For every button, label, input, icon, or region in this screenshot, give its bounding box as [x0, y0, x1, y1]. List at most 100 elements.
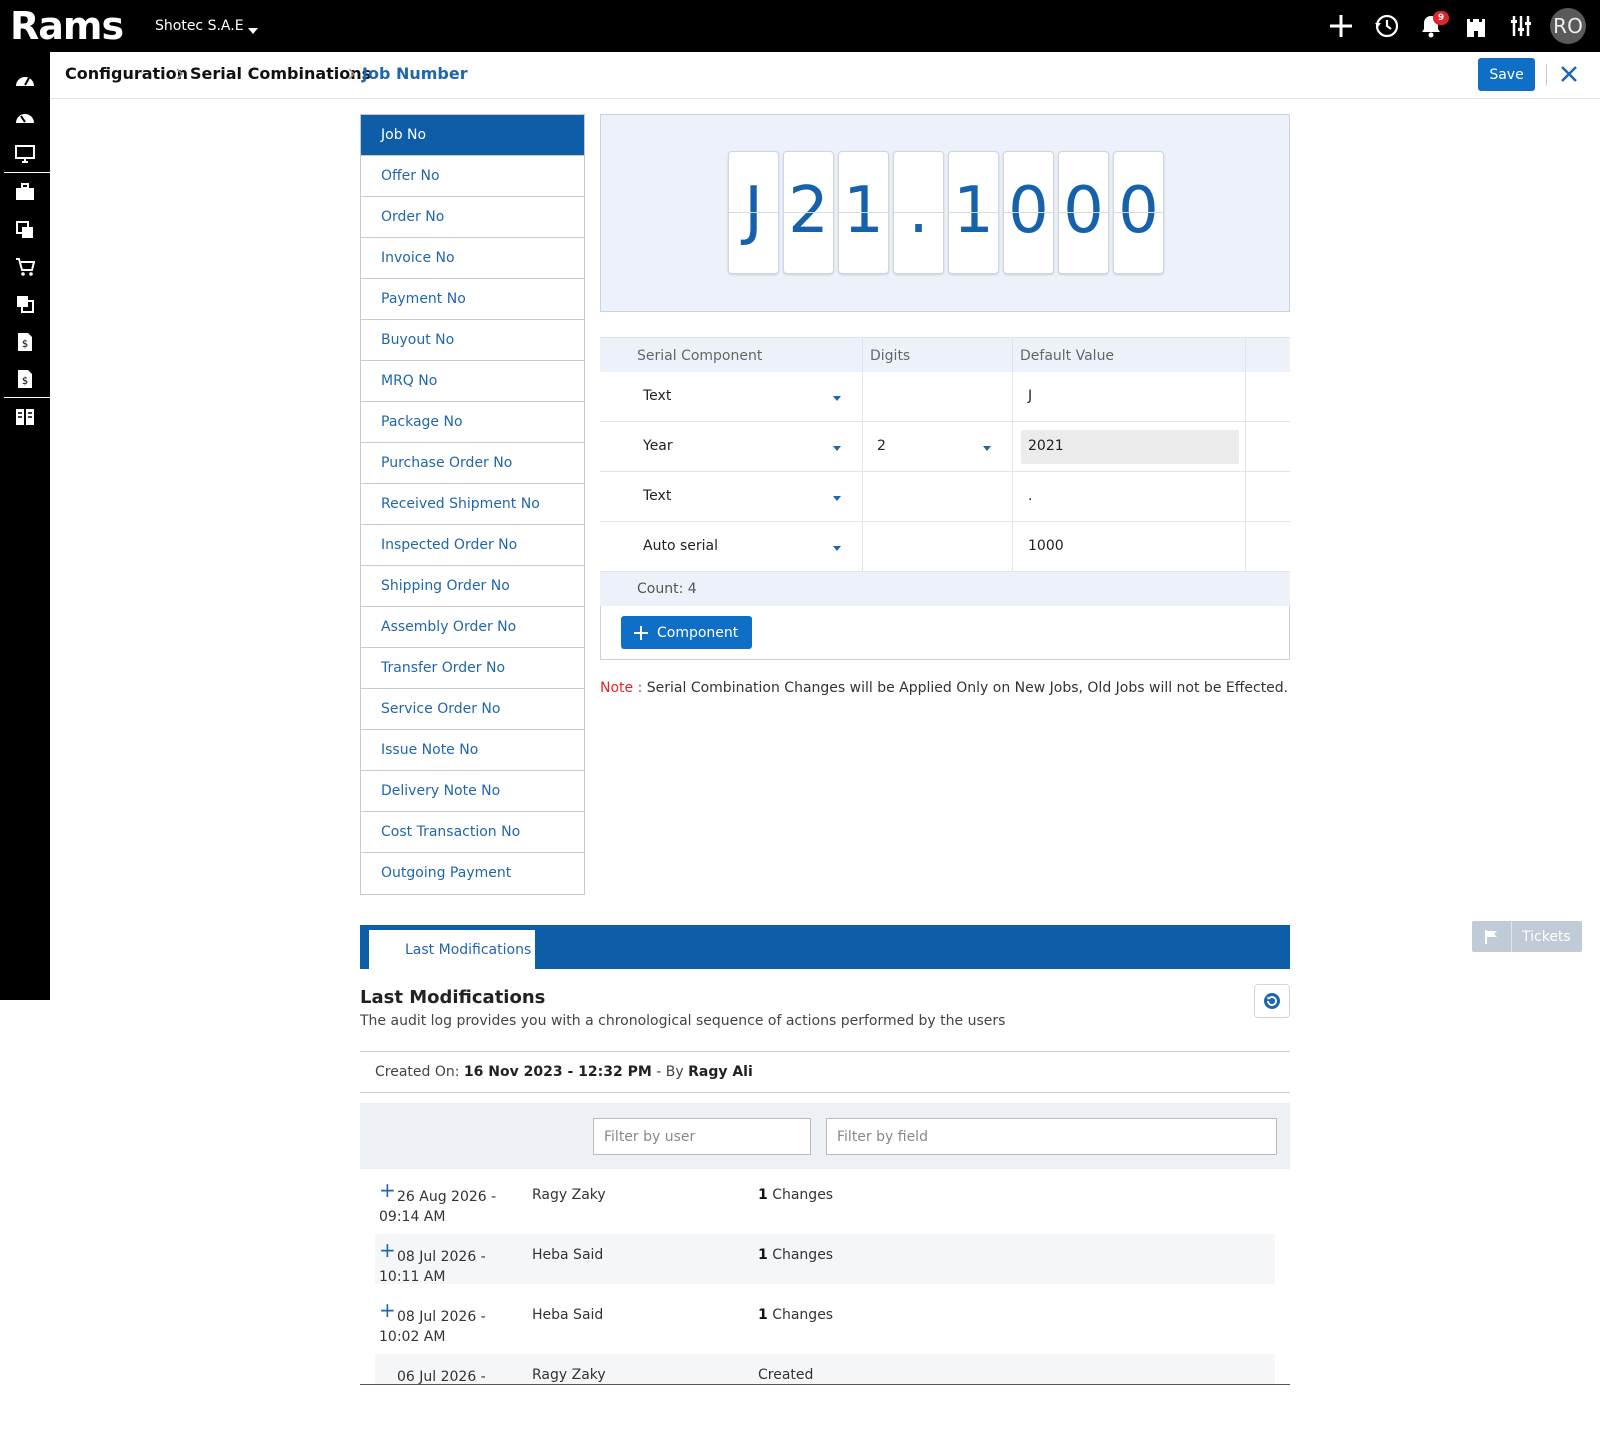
- default-value-cell[interactable]: .: [1013, 472, 1246, 522]
- payment-doc-icon[interactable]: $: [0, 361, 50, 397]
- component-select[interactable]: Year: [600, 422, 863, 472]
- tickets-button[interactable]: Tickets: [1472, 921, 1582, 952]
- invoice-icon[interactable]: $: [0, 324, 50, 360]
- log-change-count: 1: [758, 1187, 768, 1203]
- created-prefix: Created On:: [375, 1064, 460, 1080]
- serial-type-item[interactable]: Issue Note No: [361, 730, 584, 771]
- component-select[interactable]: Auto serial: [600, 522, 863, 572]
- header-divider: [1546, 64, 1547, 86]
- created-by-user: Ragy Ali: [688, 1064, 753, 1080]
- digits-value: 2: [877, 438, 886, 454]
- serial-type-item[interactable]: Offer No: [361, 156, 584, 197]
- serial-type-item[interactable]: Received Shipment No: [361, 484, 584, 525]
- preview-digit: 0: [1008, 174, 1049, 248]
- chevron-down-icon[interactable]: [833, 546, 841, 551]
- notifications-bell-icon[interactable]: 9: [1415, 9, 1449, 43]
- breadcrumb-current: Job Number: [362, 64, 468, 83]
- default-value: 1000: [1028, 538, 1064, 554]
- component-value: Text: [643, 488, 672, 504]
- header-default-value: Default Value: [1013, 338, 1246, 373]
- preview-digit: .: [908, 174, 929, 248]
- tab-last-modifications[interactable]: Last Modifications: [369, 930, 535, 969]
- svg-text:$: $: [22, 339, 28, 350]
- serial-type-item[interactable]: Assembly Order No: [361, 607, 584, 648]
- section-subtitle: The audit log provides you with a chrono…: [360, 1013, 1006, 1029]
- chevron-down-icon[interactable]: [833, 446, 841, 451]
- filter-by-user-input[interactable]: [593, 1118, 811, 1155]
- default-value: J: [1028, 388, 1033, 404]
- audit-log-list: +26 Aug 2026 - 09:14 AM Ragy Zaky 1 Change…: [360, 1174, 1290, 1385]
- serial-type-item[interactable]: Outgoing Payment: [361, 853, 584, 894]
- transfer-icon[interactable]: [0, 286, 50, 322]
- log-change-label: Changes: [772, 1187, 834, 1203]
- chevron-right-icon: [176, 68, 184, 80]
- briefcase-icon[interactable]: [0, 174, 50, 210]
- breadcrumb-serial-combinations[interactable]: Serial Combinations: [190, 64, 371, 83]
- digits-cell[interactable]: 2: [863, 422, 1013, 472]
- serial-type-item[interactable]: Buyout No: [361, 320, 584, 361]
- monitor-icon[interactable]: [0, 136, 50, 172]
- breadcrumb-configuration[interactable]: Configuration: [65, 64, 188, 83]
- serial-type-item[interactable]: Service Order No: [361, 689, 584, 730]
- audit-log-row[interactable]: +08 Jul 2026 - 10:02 AM Heba Said 1 Change…: [375, 1294, 1275, 1345]
- preview-digit: J: [744, 174, 763, 248]
- component-select[interactable]: Text: [600, 372, 863, 422]
- serial-type-item[interactable]: Delivery Note No: [361, 771, 584, 812]
- chevron-down-icon[interactable]: [833, 496, 841, 501]
- save-button[interactable]: Save: [1478, 58, 1535, 91]
- digits-cell: [863, 372, 1013, 422]
- serial-type-item[interactable]: Payment No: [361, 279, 584, 320]
- chevron-down-icon[interactable]: [248, 28, 258, 34]
- company-selector[interactable]: Shotec S.A.E: [155, 18, 244, 34]
- log-change-label: Changes: [772, 1247, 834, 1263]
- created-info: Created On: 16 Nov 2023 - 12:32 PM - By …: [360, 1051, 1290, 1093]
- component-row: Text J: [600, 372, 1290, 422]
- serial-type-item[interactable]: Invoice No: [361, 238, 584, 279]
- add-component-area: Component: [600, 606, 1290, 660]
- created-date: 16 Nov 2023 - 12:32 PM: [463, 1064, 652, 1080]
- serial-type-item[interactable]: MRQ No: [361, 361, 584, 402]
- default-value: .: [1028, 488, 1033, 504]
- audit-log-row[interactable]: +08 Jul 2026 - 10:11 AM Heba Said 1 Change…: [375, 1234, 1275, 1285]
- add-component-button[interactable]: Component: [621, 616, 753, 649]
- chevron-down-icon[interactable]: [833, 396, 841, 401]
- castle-icon[interactable]: [1460, 9, 1492, 43]
- log-changes: 1 Changes: [758, 1187, 833, 1203]
- serial-preview: J21.1000: [600, 114, 1290, 312]
- sliders-icon[interactable]: [1505, 9, 1537, 43]
- audit-log-row[interactable]: +26 Aug 2026 - 09:14 AM Ragy Zaky 1 Change…: [375, 1174, 1275, 1225]
- app-logo[interactable]: Rams: [10, 4, 124, 48]
- reports-icon[interactable]: [0, 399, 50, 435]
- close-icon[interactable]: [1557, 62, 1581, 86]
- serial-type-item[interactable]: Shipping Order No: [361, 566, 584, 607]
- refresh-button[interactable]: [1254, 984, 1290, 1018]
- log-changes: 1 Changes: [758, 1247, 833, 1263]
- component-value: Text: [643, 388, 672, 404]
- serial-type-item[interactable]: Cost Transaction No: [361, 812, 584, 853]
- serial-type-item[interactable]: Transfer Order No: [361, 648, 584, 689]
- serial-type-item[interactable]: Purchase Order No: [361, 443, 584, 484]
- notification-badge: 9: [1433, 11, 1449, 25]
- log-date: 06 Jul 2026 -: [397, 1369, 486, 1385]
- history-icon[interactable]: [1370, 9, 1402, 43]
- dashboard-icon[interactable]: [0, 62, 50, 98]
- filter-by-field-input[interactable]: [826, 1118, 1277, 1155]
- dashboard-alt-icon[interactable]: [0, 99, 50, 135]
- default-value-cell[interactable]: 2021: [1013, 422, 1246, 472]
- refresh-icon: [1264, 993, 1280, 1009]
- user-avatar[interactable]: RO: [1550, 8, 1586, 44]
- serial-type-item[interactable]: Inspected Order No: [361, 525, 584, 566]
- serial-type-item[interactable]: Package No: [361, 402, 584, 443]
- cart-icon[interactable]: [0, 249, 50, 285]
- serial-type-item[interactable]: Order No: [361, 197, 584, 238]
- serial-type-item[interactable]: Job No: [361, 115, 584, 156]
- serial-components-table: Serial Component Digits Default Value Te…: [600, 337, 1290, 660]
- documents-icon[interactable]: [0, 212, 50, 248]
- log-changes: 1 Changes: [758, 1307, 833, 1323]
- default-value-cell[interactable]: J: [1013, 372, 1246, 422]
- component-select[interactable]: Text: [600, 472, 863, 522]
- default-value-cell[interactable]: 1000: [1013, 522, 1246, 572]
- note-label: Note: [600, 680, 634, 696]
- chevron-down-icon[interactable]: [983, 446, 991, 451]
- add-icon[interactable]: [1325, 9, 1357, 43]
